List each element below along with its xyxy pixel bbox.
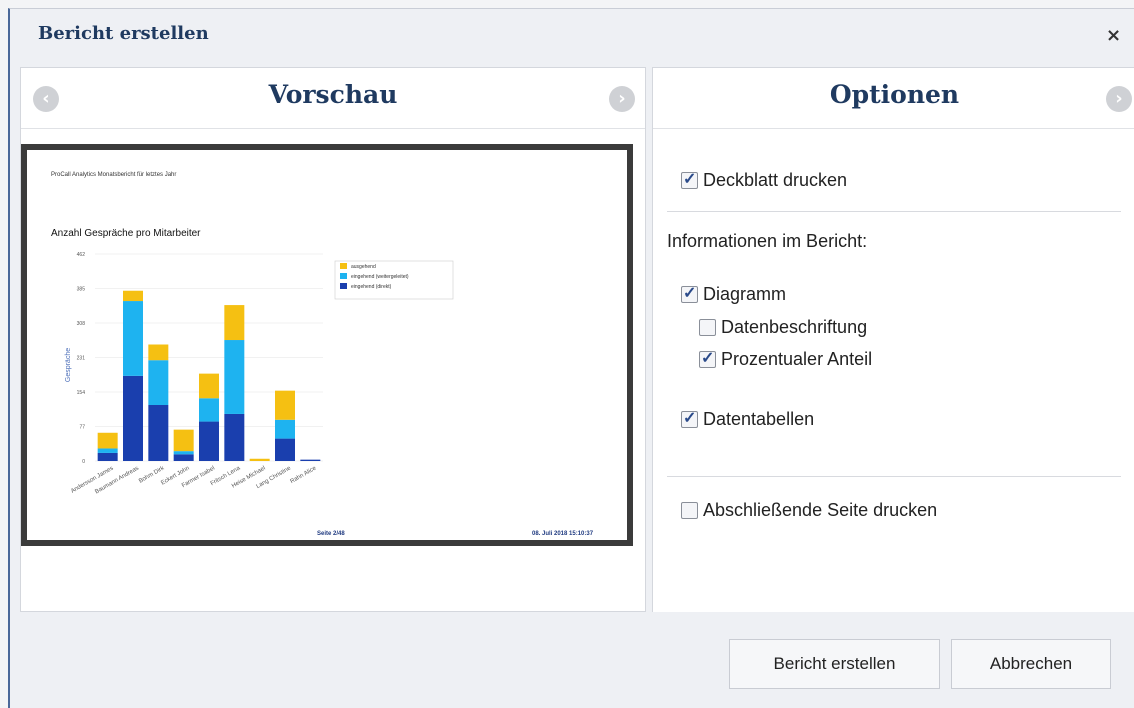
- preview-chart: ProCall Analytics Monatsbericht für letz…: [51, 172, 594, 537]
- y-tick-label: 0: [82, 459, 85, 465]
- legend-swatch: [340, 263, 347, 269]
- chevron-right-icon[interactable]: ›: [1106, 86, 1132, 112]
- legend-swatch: [340, 273, 347, 279]
- bar-segment: [224, 413, 245, 461]
- bar-segment: [123, 375, 143, 461]
- cancel-button[interactable]: Abbrechen: [951, 639, 1111, 689]
- bar-segment: [300, 459, 321, 461]
- options-title: Optionen: [829, 80, 960, 109]
- percentage-label: Prozentualer Anteil: [721, 349, 873, 369]
- options-header: Optionen ›: [653, 68, 1134, 129]
- data-labels-checkbox[interactable]: [699, 319, 716, 336]
- tables-checkbox[interactable]: [681, 408, 698, 428]
- divider: [667, 476, 1121, 477]
- y-tick-label: 154: [77, 390, 86, 396]
- y-tick-label: 77: [79, 425, 85, 431]
- bar-segment: [148, 344, 169, 361]
- dialog-title: Bericht erstellen: [38, 23, 209, 44]
- option-cover[interactable]: Deckblatt drucken: [681, 169, 848, 191]
- bar-segment: [199, 421, 219, 461]
- option-tables[interactable]: Datentabellen: [681, 408, 815, 430]
- tables-label: Datentabellen: [703, 409, 815, 429]
- diagram-checkbox[interactable]: [681, 283, 698, 303]
- close-icon[interactable]: ×: [1106, 27, 1121, 45]
- cover-checkbox[interactable]: [681, 169, 698, 189]
- bar-segment: [275, 438, 295, 461]
- report-preview-page: ProCall Analytics Monatsbericht für letz…: [21, 144, 633, 546]
- option-percentage[interactable]: Prozentualer Anteil: [699, 348, 873, 370]
- closing-label: Abschließende Seite drucken: [703, 500, 938, 520]
- bar-segment: [199, 398, 219, 422]
- option-diagram[interactable]: Diagramm: [681, 283, 787, 305]
- print-date: 08. Juli 2018 15:10:37: [532, 531, 594, 537]
- legend-label: eingehend (direkt): [351, 284, 392, 290]
- page-header-text: ProCall Analytics Monatsbericht für letz…: [51, 172, 176, 178]
- bar-segment: [97, 452, 118, 461]
- bar-segment: [275, 390, 295, 420]
- data-labels-label: Datenbeschriftung: [721, 317, 868, 337]
- dialog-titlebar: Bericht erstellen ×: [10, 9, 1134, 63]
- legend-swatch: [340, 283, 347, 289]
- percentage-checkbox[interactable]: [699, 348, 716, 368]
- x-tick-label: Andersson James: [70, 466, 115, 495]
- create-report-button[interactable]: Bericht erstellen: [729, 639, 940, 689]
- y-tick-label: 462: [77, 252, 86, 258]
- chart-title: Anzahl Gespräche pro Mitarbeiter: [51, 228, 201, 239]
- report-dialog: Bericht erstellen × ‹ Vorschau › ProCall…: [8, 8, 1134, 708]
- bar-segment: [123, 290, 143, 302]
- x-tick-label: Rahn Alice: [289, 465, 317, 485]
- bar-segment: [173, 451, 194, 455]
- divider: [667, 211, 1121, 212]
- preview-title: Vorschau: [268, 80, 398, 109]
- bar-segment: [97, 448, 118, 453]
- bar-segment: [173, 429, 194, 452]
- bar-segment: [148, 360, 169, 405]
- closing-checkbox[interactable]: [681, 502, 698, 519]
- y-tick-label: 231: [77, 356, 86, 362]
- bar-segment: [224, 305, 245, 341]
- bar-segment: [148, 404, 169, 461]
- y-tick-label: 385: [77, 287, 86, 293]
- chevron-right-icon[interactable]: ›: [609, 86, 635, 112]
- bar-segment: [275, 419, 295, 439]
- bar-segment: [123, 301, 143, 376]
- option-closing[interactable]: Abschließende Seite drucken: [681, 500, 937, 521]
- legend-label: ausgehend: [351, 264, 376, 270]
- bar-segment: [249, 458, 270, 461]
- legend-label: eingehend (weitergeleitet): [351, 274, 409, 280]
- y-tick-label: 308: [77, 321, 86, 327]
- page-number: Seite 2/48: [317, 531, 345, 537]
- option-data-labels[interactable]: Datenbeschriftung: [699, 317, 867, 338]
- x-tick-label: Baumann Andreas: [94, 466, 140, 496]
- y-axis-label: Gespräche: [65, 348, 72, 382]
- info-heading: Informationen im Bericht:: [667, 231, 868, 251]
- bar-segment: [173, 454, 194, 461]
- preview-header: ‹ Vorschau ›: [21, 68, 645, 129]
- options-panel: Optionen › Deckblatt drucken Information…: [652, 67, 1134, 612]
- bar-segment: [224, 340, 245, 414]
- bar-segment: [199, 373, 219, 399]
- diagram-label: Diagramm: [703, 284, 787, 304]
- bar-segment: [97, 432, 118, 449]
- preview-panel: ‹ Vorschau › ProCall Analytics Monatsber…: [20, 67, 646, 612]
- cover-label: Deckblatt drucken: [703, 170, 848, 190]
